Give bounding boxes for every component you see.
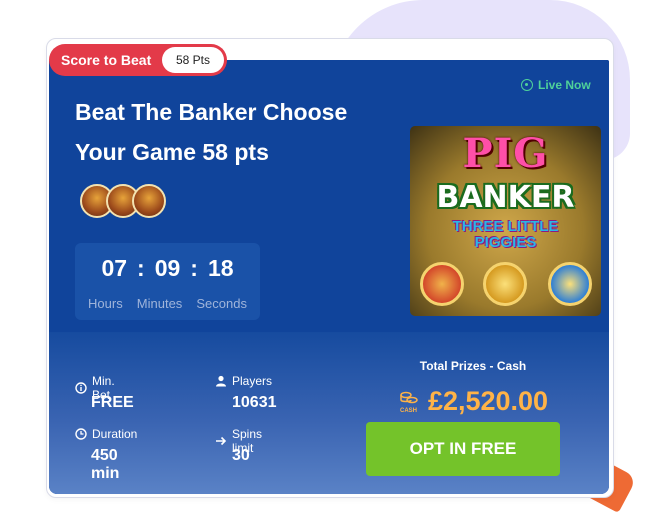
- score-to-beat-badge: Score to Beat 58 Pts: [49, 44, 227, 76]
- cash-icon-label: CASH: [400, 408, 417, 414]
- opt-in-free-button[interactable]: OPT IN FREE: [366, 422, 560, 476]
- hours-value: 07: [101, 255, 128, 281]
- info-icon: [75, 382, 87, 394]
- cash-coins-icon: CASH: [398, 390, 420, 414]
- time-separator: :: [190, 255, 198, 281]
- minutes-value: 09: [154, 255, 181, 281]
- total-prizes: CASH £2,520.00: [388, 386, 558, 417]
- countdown-timer: 07 : 09 : 18 Hours Minutes Seconds: [75, 243, 260, 320]
- duration-label: Duration: [75, 427, 137, 441]
- total-prizes-amount: £2,520.00: [427, 386, 549, 416]
- game-logo-line4: PIGGIES: [474, 234, 537, 251]
- countdown-labels: Hours Minutes Seconds: [75, 296, 260, 311]
- players-label-text: Players: [232, 374, 273, 388]
- seconds-value: 18: [207, 255, 234, 281]
- live-dot-icon: [521, 79, 533, 91]
- countdown-digits: 07 : 09 : 18: [75, 255, 260, 282]
- gold-coin-icon: [483, 262, 527, 306]
- arrow-right-icon: [215, 435, 227, 447]
- red-coin-icon: [420, 262, 464, 306]
- spins-limit-value: 30: [232, 447, 250, 464]
- game-thumbnail-icon[interactable]: [132, 184, 166, 218]
- duration-label-text: Duration: [92, 427, 138, 441]
- seconds-label: Seconds: [196, 296, 247, 311]
- live-now-indicator: Live Now: [521, 78, 591, 92]
- time-separator: :: [137, 255, 145, 281]
- game-logo-subtitle: THREE LITTLE PIGGIES: [410, 219, 601, 251]
- clock-icon: [75, 428, 87, 440]
- game-logo-line2: BANKER: [436, 180, 575, 215]
- hours-label: Hours: [88, 296, 123, 311]
- tournament-title[interactable]: Beat The Banker Choose Your Game 58 pts: [75, 92, 385, 172]
- game-logo-line1: PIG: [462, 130, 549, 177]
- minutes-label: Minutes: [136, 296, 183, 311]
- players-value: 10631: [232, 394, 277, 411]
- score-to-beat-value: 58 Pts: [162, 47, 224, 73]
- players-label: Players: [215, 374, 272, 388]
- user-icon: [215, 375, 227, 387]
- live-now-label: Live Now: [538, 78, 591, 92]
- score-to-beat-label: Score to Beat: [61, 52, 152, 68]
- blue-coin-icon: [548, 262, 592, 306]
- min-bet-value: FREE: [91, 394, 134, 411]
- duration-value: 450 min: [91, 447, 120, 482]
- total-prizes-label: Total Prizes - Cash: [419, 359, 527, 373]
- game-image[interactable]: PIG BANKER THREE LITTLE PIGGIES: [410, 126, 601, 316]
- game-logo-line3: THREE LITTLE: [452, 218, 559, 235]
